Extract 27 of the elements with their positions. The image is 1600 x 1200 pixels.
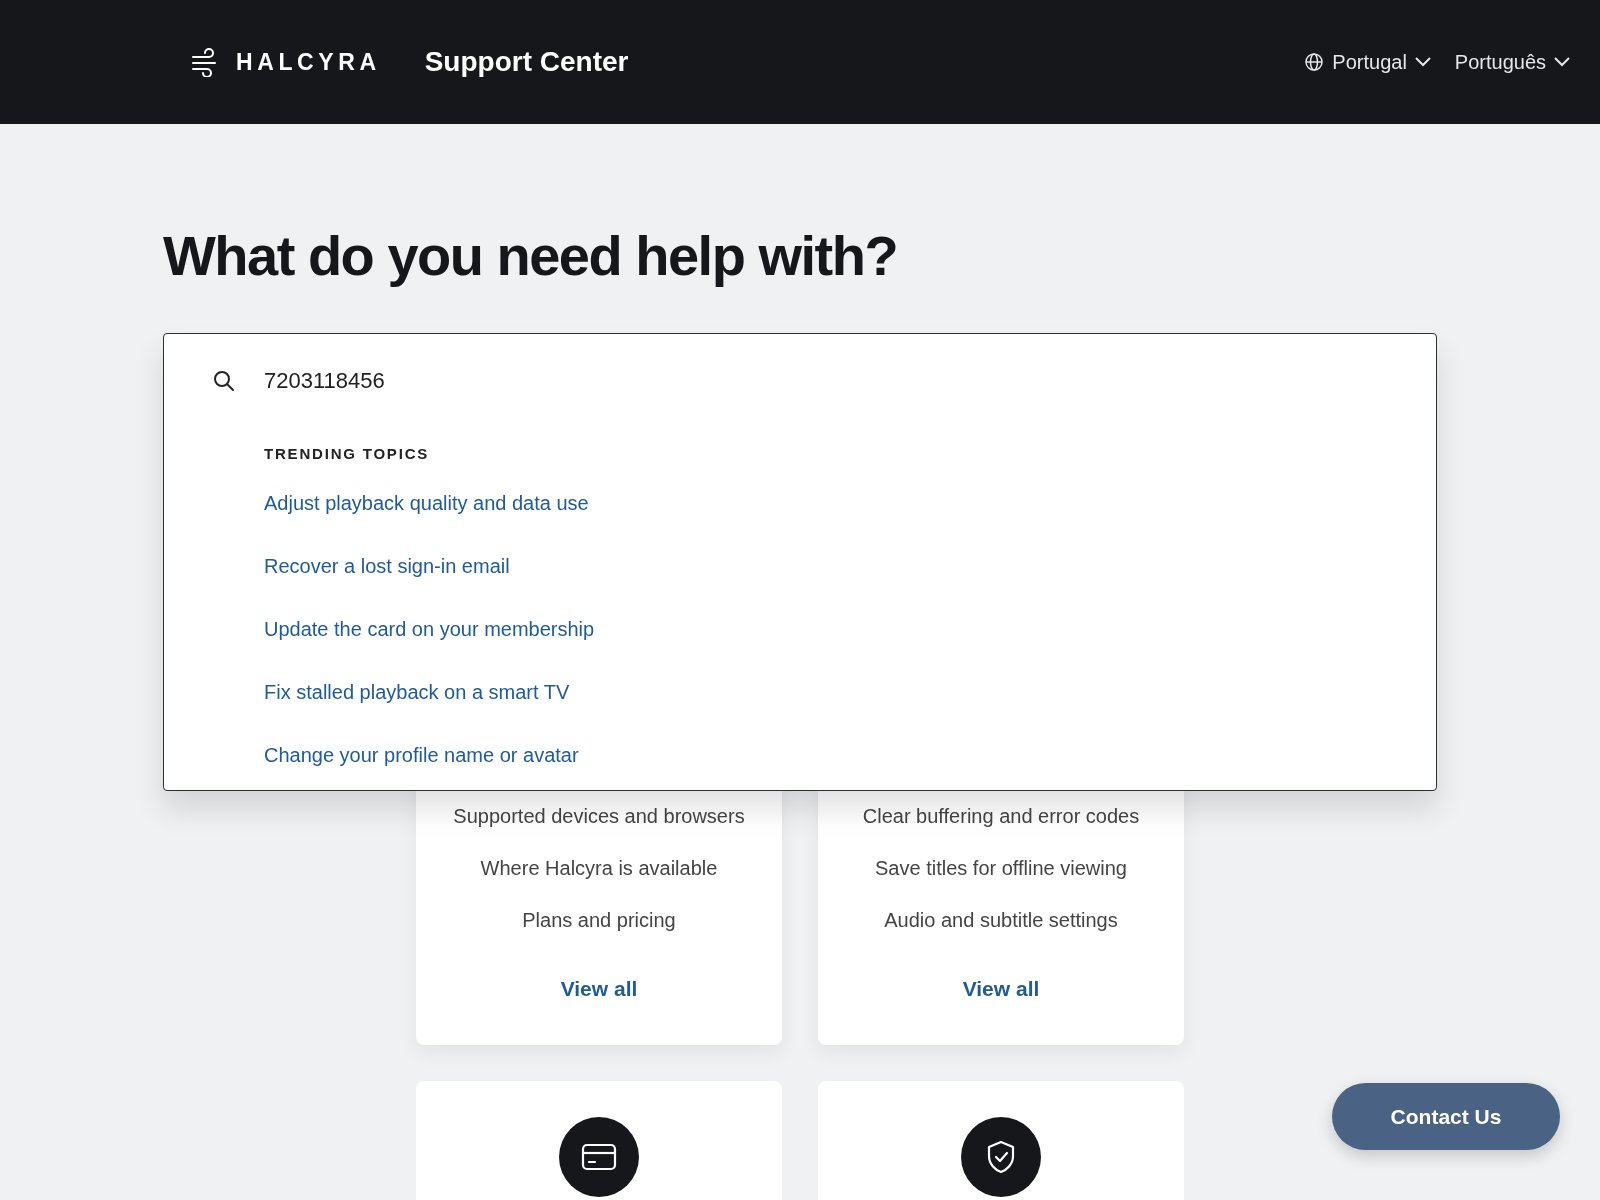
topic-link[interactable]: Clear buffering and error codes [862, 801, 1140, 832]
search-icon [212, 368, 236, 393]
topic-link[interactable]: Plans and pricing [522, 905, 676, 936]
region-selector[interactable]: Portugal [1304, 47, 1431, 77]
suggestion-link[interactable]: Recover a lost sign-in email [264, 550, 510, 581]
view-all-link[interactable]: View all [560, 973, 638, 1005]
site-title: Support Center [424, 45, 629, 79]
shield-check-icon [986, 1139, 1016, 1174]
suggestion-link[interactable]: Adjust playback quality and data use [264, 487, 589, 518]
page-heading: What do you need help with? [163, 223, 899, 289]
globe-icon [1304, 52, 1325, 72]
search-field[interactable]: 7203118456 [264, 364, 1164, 398]
topic-link[interactable]: Audio and subtitle settings [884, 905, 1118, 936]
language-selector[interactable]: Português [1454, 47, 1570, 77]
brand-logo[interactable]: HALCYRA [236, 44, 381, 80]
topic-link[interactable]: Supported devices and browsers [453, 801, 745, 832]
section-title: TRENDING TOPICS [264, 444, 430, 465]
suggestion-link[interactable]: Update the card on your membership [264, 613, 595, 644]
topic-link[interactable]: Save titles for offline viewing [875, 853, 1127, 884]
chevron-down-icon [1414, 57, 1431, 67]
suggestion-link[interactable]: Fix stalled playback on a smart TV [264, 676, 570, 707]
suggestion-link[interactable]: Change your profile name or avatar [264, 739, 579, 770]
topic-link[interactable]: Where Halcyra is available [480, 853, 718, 884]
credit-card-icon [581, 1142, 617, 1171]
view-all-link[interactable]: View all [962, 973, 1040, 1005]
contact-us-button[interactable]: Contact Us [1332, 1083, 1560, 1150]
chevron-down-icon [1554, 57, 1570, 67]
